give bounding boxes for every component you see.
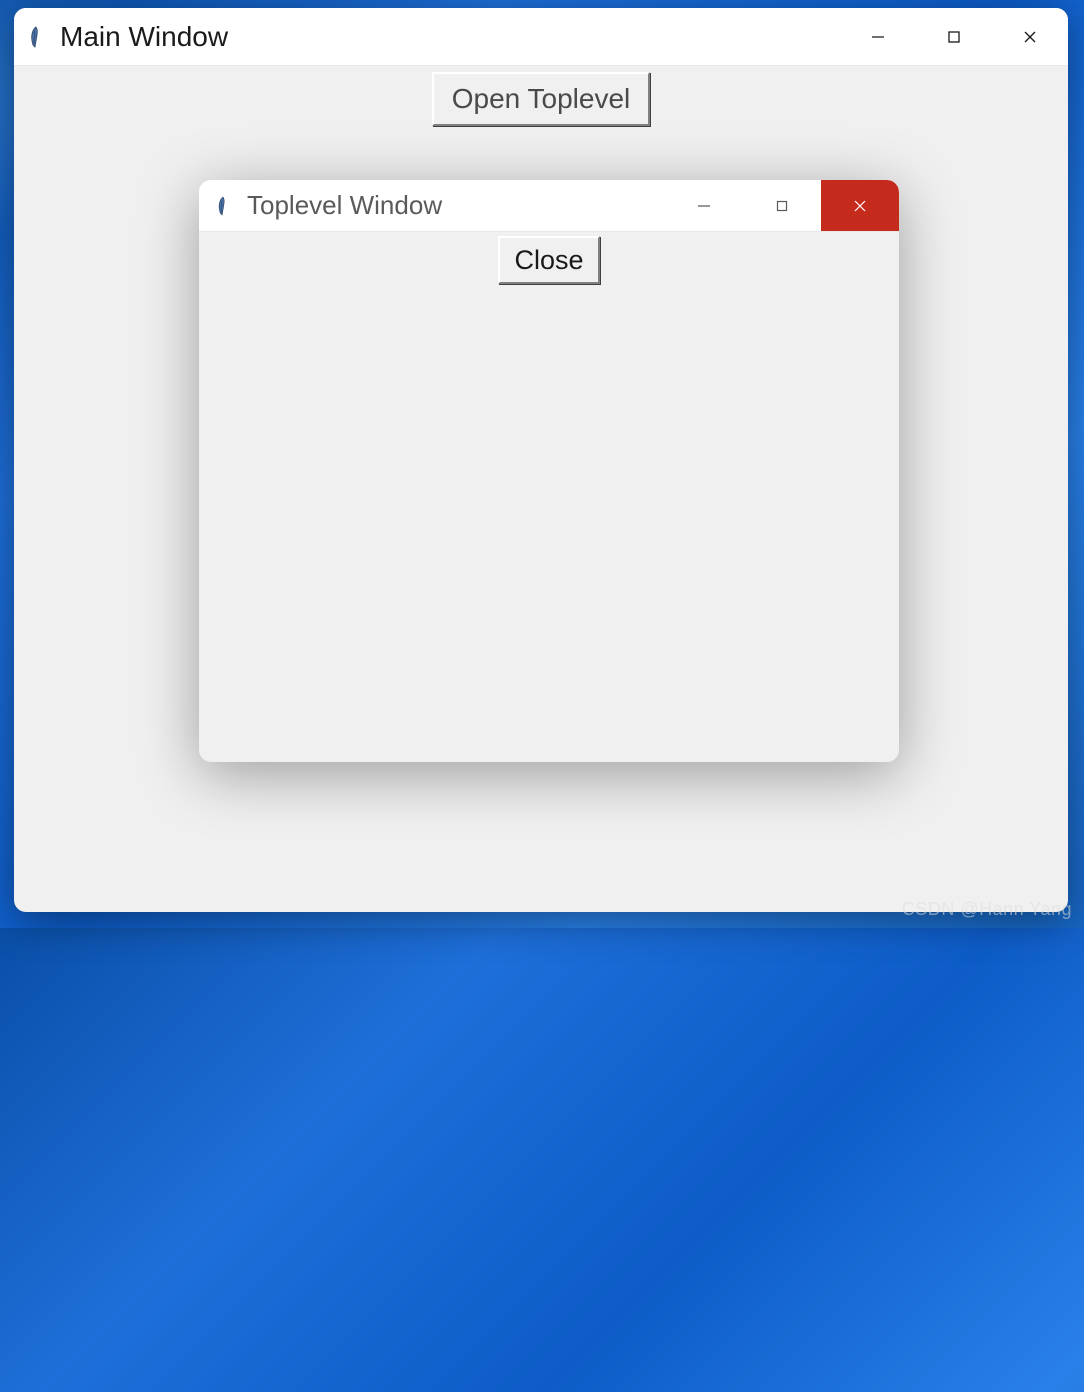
toplevel-titlebar[interactable]: Toplevel Window bbox=[199, 180, 899, 232]
feather-icon bbox=[26, 24, 46, 50]
maximize-button[interactable] bbox=[743, 180, 821, 231]
main-window-title: Main Window bbox=[60, 21, 840, 53]
feather-icon bbox=[213, 193, 233, 219]
toplevel-titlebar-controls bbox=[665, 180, 899, 231]
main-content-area: Open Toplevel bbox=[14, 66, 1068, 132]
toplevel-window-title: Toplevel Window bbox=[247, 190, 665, 221]
minimize-button[interactable] bbox=[665, 180, 743, 231]
watermark-text: CSDN @Hann Yang bbox=[902, 899, 1072, 920]
maximize-button[interactable] bbox=[916, 8, 992, 65]
main-window: Main Window Open Toplevel Toplevel Wi bbox=[14, 8, 1068, 912]
toplevel-content-area: Close bbox=[199, 232, 899, 288]
main-titlebar[interactable]: Main Window bbox=[14, 8, 1068, 66]
toplevel-window: Toplevel Window Close bbox=[199, 180, 899, 762]
close-button[interactable] bbox=[992, 8, 1068, 65]
close-button[interactable] bbox=[821, 180, 899, 231]
close-toplevel-button[interactable]: Close bbox=[498, 236, 599, 284]
main-titlebar-controls bbox=[840, 8, 1068, 65]
minimize-button[interactable] bbox=[840, 8, 916, 65]
open-toplevel-button[interactable]: Open Toplevel bbox=[432, 72, 651, 126]
